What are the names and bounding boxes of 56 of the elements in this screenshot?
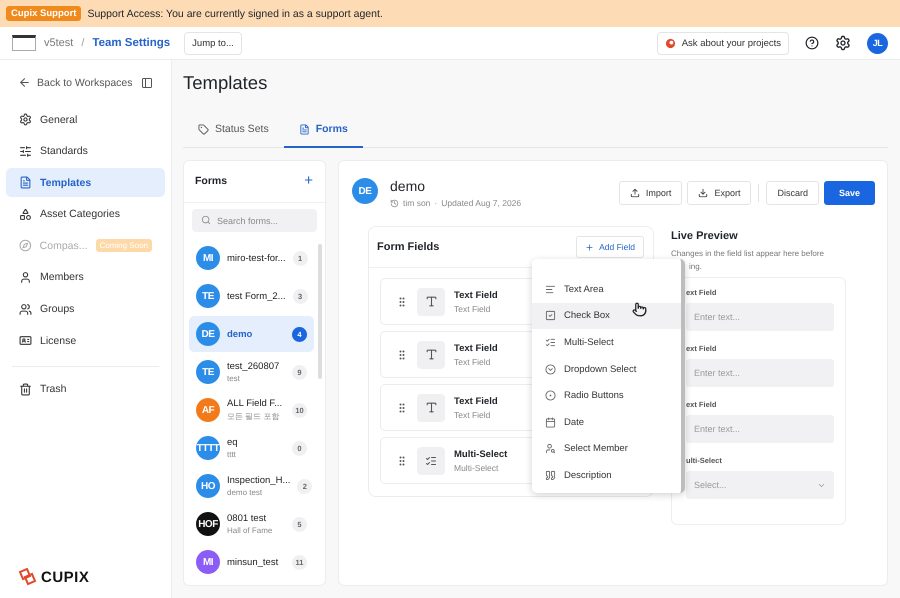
card-title: Form Fields [377, 241, 440, 253]
sidebar-label: Members [40, 271, 84, 284]
support-badge: Cupix Support [6, 6, 82, 21]
form-description: 모든 필드 포함 [227, 411, 280, 422]
banner-text: Support Access: You are currently signed in as a support agent. [87, 8, 383, 20]
preview-title: Live Preview [671, 230, 739, 242]
form-avatar: TTTT [196, 436, 220, 460]
updated-text: Updated Aug 7, 2026 [441, 198, 522, 208]
field-type: Text Field [454, 304, 492, 314]
form-name: 0801 test [227, 513, 266, 524]
sidebar-label: License [40, 334, 76, 347]
coming-soon-badge: Coming Soon [96, 239, 152, 252]
panel-title: Forms [195, 174, 228, 186]
form-description: demo test [227, 488, 264, 497]
form-avatar: MI [196, 550, 220, 574]
sidebar-label: Templates [40, 176, 92, 189]
form-avatar: DE [196, 322, 220, 346]
form-avatar: HO [196, 474, 220, 498]
sidebar-label: Groups [40, 303, 74, 316]
form-avatar: TE [196, 360, 220, 384]
field-type: Text Field [454, 356, 492, 366]
form-name: ALL Field F... [227, 398, 282, 409]
field-type: Multi-Select [454, 462, 500, 472]
field-name: Multi-Select [454, 448, 508, 460]
field-name: Text Field [454, 290, 498, 300]
form-description: tttt [227, 450, 237, 459]
form-name: demo [227, 328, 252, 340]
form-name: minsun_test [227, 556, 278, 568]
preview-description: Changes in the field list appear here before [671, 249, 825, 258]
form-avatar: AF [196, 398, 220, 422]
form-avatar: MI [196, 246, 220, 270]
sidebar-label: Standards [40, 145, 88, 158]
form-description: test [227, 374, 241, 383]
form-name: miro-test-for... [227, 252, 286, 264]
field-name: Text Field [454, 342, 498, 354]
form-name: Inspection_H... [227, 475, 290, 486]
breadcrumb-separator: / [81, 37, 84, 49]
form-name: test Form_2... [227, 290, 286, 302]
form-name: test_260807 [227, 361, 280, 372]
form-title: demo [390, 178, 426, 194]
preview-description: ing. [688, 262, 703, 271]
author-text: tim son [403, 198, 430, 208]
form-description: Hall of Fame [227, 526, 274, 535]
sidebar-label: Compas... [40, 240, 88, 252]
field-name: Text Field [454, 396, 498, 406]
form-name: eq [227, 437, 238, 448]
brand-logo: CUPIX [41, 568, 90, 586]
form-avatar: TE [196, 284, 220, 308]
sidebar-label: Asset Categories [40, 208, 120, 220]
sidebar-label: Trash [40, 383, 66, 396]
form-avatar: HOF [196, 512, 220, 536]
page-title: Templates [183, 72, 268, 94]
field-type: Text Field [454, 410, 492, 420]
form-avatar: DE [352, 178, 378, 204]
meta-dot: · [434, 198, 438, 208]
sidebar-label: General [40, 114, 78, 126]
